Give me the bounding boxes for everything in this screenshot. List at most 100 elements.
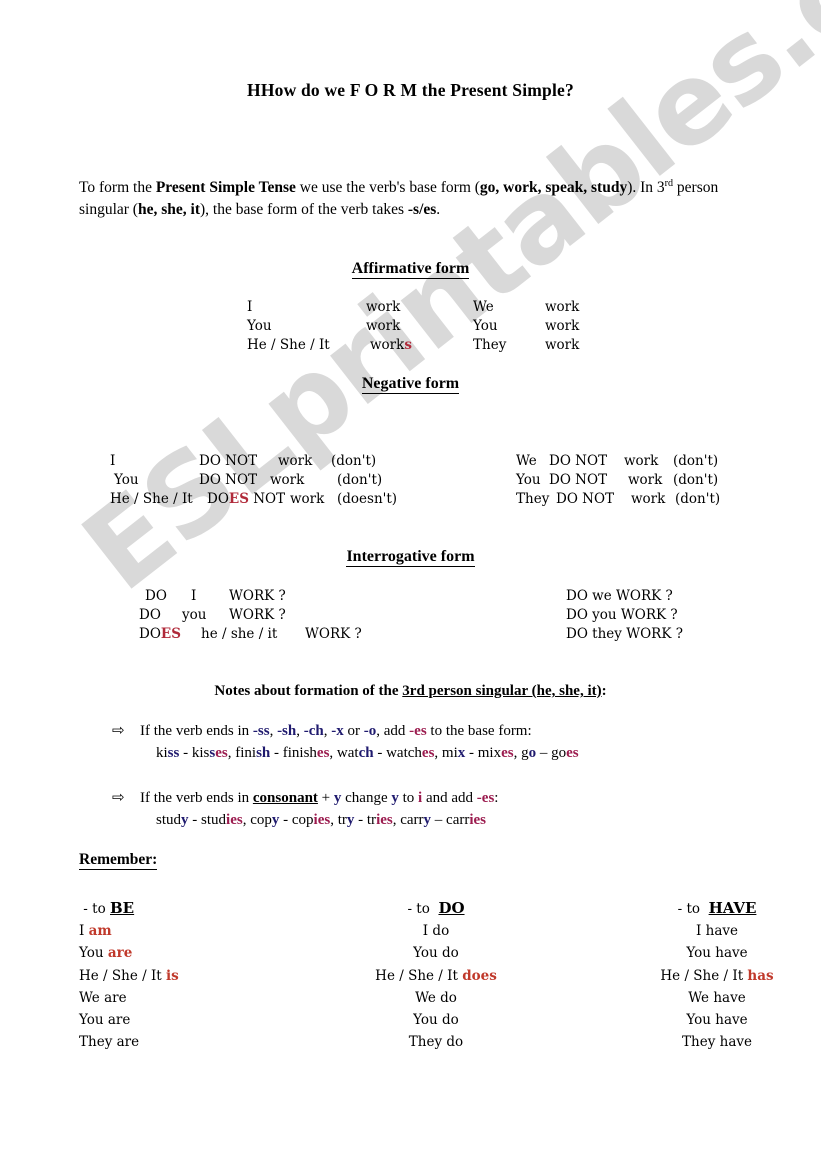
neg-right-verb-2: work [631, 491, 666, 507]
be-row-5-form: are [116, 1034, 140, 1051]
do-row-3: We do [415, 990, 457, 1006]
be-row-5-subject: They [79, 1034, 117, 1051]
have-row-3-subject: We [688, 989, 714, 1006]
have-head-verb: HAVE [708, 899, 757, 917]
notes-heading-prefix: Notes about formation of the [214, 683, 403, 699]
ex2-1-res-start: cop [291, 812, 314, 828]
aff-left-verb-1: work [366, 318, 401, 334]
be-row-2: He / She / It is [79, 968, 179, 984]
have-row-4-subject: You [686, 1012, 716, 1029]
int-left-aux-2: DO [139, 626, 161, 642]
be-row-1: You are [79, 945, 132, 961]
rule-1-t1: If the verb ends in [140, 723, 253, 739]
have-row-0-subject: I [696, 923, 706, 940]
ex1-3-base-start: mi [441, 745, 458, 761]
intro-ordinal-suffix: rd [664, 177, 674, 189]
intro-text-1: To form the [79, 178, 156, 196]
intro-text-6: . [436, 201, 441, 219]
have-column-heading: - to HAVE [677, 899, 757, 917]
do-row-2-form: does [462, 967, 497, 984]
be-row-3: We are [79, 990, 127, 1006]
be-row-3-form: are [104, 989, 127, 1006]
have-row-0: I have [696, 923, 738, 939]
rule-1-text: If the verb ends in -ss, -sh, -ch, -x or… [140, 720, 752, 742]
do-row-1-subject: You [413, 945, 443, 962]
ex1-1-res-suffix: es [316, 745, 330, 761]
do-head-verb: DO [438, 899, 465, 917]
ex2-3-base-end: y [423, 812, 432, 828]
do-row-3-form: do [440, 989, 457, 1006]
int-left-aux-1: DO [139, 607, 161, 623]
be-row-3-subject: We [79, 989, 105, 1006]
ex2-0-res-start: stud [201, 812, 227, 828]
rule-1-ending-ch: -ch [303, 723, 324, 739]
ex1-1-res-start: finish [282, 745, 317, 761]
ex2-3-base-start: carr [400, 812, 424, 828]
intro-bold-verbs: go, work, speak, study [479, 178, 628, 196]
ex1-2-base-start: wat [336, 745, 359, 761]
do-row-5-form: do [446, 1034, 464, 1051]
have-row-3: We have [688, 990, 745, 1006]
affirmative-heading: Affirmative form [0, 260, 821, 279]
have-head-prefix: - to [677, 901, 709, 917]
neg-right-contraction-2: (don't) [675, 491, 721, 507]
ex1-0-res-start: kis [191, 745, 210, 761]
neg-left-verb-1: work [270, 472, 305, 488]
be-row-4-form: are [107, 1012, 131, 1029]
ex2-2-base-start: tr [337, 812, 347, 828]
ex1-0-base-end: ss [167, 745, 180, 761]
negative-right-aux: DO NOT DO NOT DO NOT [549, 452, 614, 509]
ex2-2-sep: - [354, 812, 367, 828]
ex2-3-res-start: carr [446, 812, 470, 828]
do-row-0-form: do [432, 923, 450, 940]
interrogative-left-verbs: WORK ? WORK ? WORK ? [229, 587, 362, 644]
negative-heading-text: Negative form [361, 375, 460, 394]
rule-1-ending-sh: -sh [277, 723, 297, 739]
rule-1-example-0: kiss - kisses, [156, 745, 235, 761]
aff-right-subject-1: You [473, 318, 498, 334]
aff-right-subject-0: We [473, 299, 494, 315]
have-row-4-form: have [715, 1012, 748, 1029]
ex1-1-base-end: sh [256, 745, 271, 761]
aff-right-verb-0: work [545, 299, 580, 315]
aff-right-verb-2: work [545, 337, 580, 353]
ex1-3-tail: , [513, 745, 522, 761]
int-right-line-0: DO we WORK ? [566, 588, 673, 604]
do-row-1-form: do [442, 945, 459, 962]
do-row-4-subject: You [413, 1012, 443, 1029]
have-row-2: He / She / It has [660, 968, 773, 984]
rule-1-t2: , [269, 723, 278, 739]
negative-heading: Negative form [0, 375, 821, 394]
rule-1-ending-ss: -ss [252, 723, 270, 739]
ex1-2-sep: - [373, 745, 387, 761]
neg-right-subject-1: You [516, 472, 541, 488]
ex1-2-res-start: watch [386, 745, 422, 761]
do-row-0: I do [423, 923, 449, 939]
be-head-verb: BE [110, 899, 135, 917]
negative-left-contractions: (don't) (don't) (doesn't) [331, 452, 397, 509]
have-row-1: You have [686, 945, 747, 961]
neg-right-verb-0: work [624, 453, 659, 469]
rule-1-suffix-es: -es [409, 723, 427, 739]
int-left-verb-0: WORK ? [229, 588, 286, 604]
intro-paragraph: To form the Present Simple Tense we use … [79, 177, 734, 222]
negative-right-subjects: We You They [516, 452, 549, 509]
aff-left-subject-1: You [247, 318, 272, 334]
aff-left-verb-2: work [370, 337, 405, 353]
ex1-3-res-start: mix [477, 745, 502, 761]
neg-left-aux-2-es: ES [228, 491, 249, 507]
notes-heading-underlined: 3rd person singular (he, she, it) [402, 683, 602, 699]
rule-2-t4: to [398, 790, 419, 806]
neg-right-aux-2: DO NOT [556, 491, 615, 507]
ex2-0-base-start: stud [156, 812, 182, 828]
ex1-1-tail: , [329, 745, 337, 761]
rule-2-text: If the verb ends in consonant + y change… [140, 787, 752, 809]
neg-left-aux-0: DO NOT [199, 453, 258, 469]
rule-2-example-2: try - tries, [338, 812, 401, 828]
worksheet-page: ESLprintables.com HHow do we F O R M the… [0, 0, 821, 1169]
rule-1: ⇨ If the verb ends in -ss, -sh, -ch, -x … [112, 720, 752, 764]
negative-left-verbs: work work work [270, 452, 325, 509]
neg-left-verb-2: work [290, 491, 325, 507]
rule-2-example-1: copy - copies, [250, 812, 338, 828]
be-row-1-subject: You [79, 945, 108, 962]
